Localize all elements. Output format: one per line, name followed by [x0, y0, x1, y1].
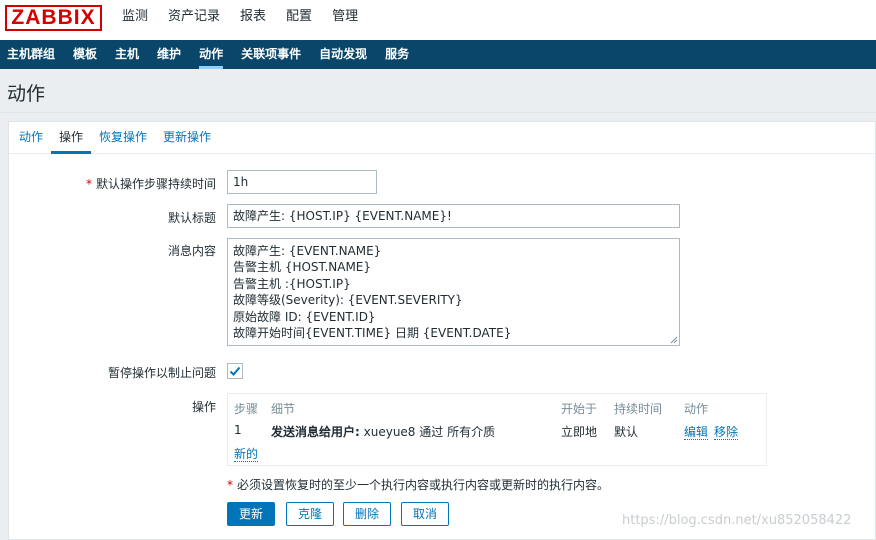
delete-button[interactable]: 删除 [343, 502, 391, 526]
edit-link-text[interactable]: 编辑 [684, 425, 709, 440]
pause-suppress-label: 暂停操作以制止问题 [107, 366, 216, 380]
required-note: * 必须设置恢复时的至少一个执行内容或执行内容或更新时的执行内容。 [227, 476, 609, 493]
step-duration-label: * 默认操作步骤持续时间 [86, 175, 216, 192]
column-duration: 持续时间 [614, 402, 663, 416]
tab-action[interactable]: 动作 [11, 122, 51, 153]
zabbix-logo[interactable]: ZABBIX [5, 5, 102, 31]
operation-step: 1 [234, 423, 242, 437]
cancel-button[interactable]: 取消 [401, 502, 449, 526]
message-line: 告警主机 :{HOST.IP} [233, 276, 351, 291]
note-mark: * [227, 478, 233, 492]
remove-link-text[interactable]: 移除 [714, 425, 739, 440]
clone-button[interactable]: 克隆 [286, 502, 334, 526]
subnav-host-groups[interactable]: 主机群组 [0, 40, 64, 69]
operation-duration: 默认 [614, 425, 639, 439]
step-duration-input[interactable]: 1h [227, 170, 377, 194]
main-menu-configuration[interactable]: 配置 [276, 0, 322, 40]
message-line: 故障开始时间{EVENT.TIME} 日期 {EVENT.DATE} [233, 326, 512, 341]
new-link-text[interactable]: 新的 [234, 447, 259, 462]
message-line: 故障产生: {EVENT.NAME} [233, 244, 382, 258]
main-menu-reports[interactable]: 报表 [230, 0, 276, 40]
message-line: 告警主机 {HOST.NAME} [233, 260, 372, 275]
update-button[interactable]: 更新 [227, 502, 275, 526]
subnav-hosts[interactable]: 主机 [106, 40, 148, 69]
message-line: 故障等级(Severity): {EVENT.SEVERITY} [233, 293, 463, 308]
watermark: https://blog.csdn.net/xu852058422 [622, 513, 852, 528]
subnav-services[interactable]: 服务 [376, 40, 418, 69]
note-text: 必须设置恢复时的至少一个执行内容或执行内容或更新时的执行内容。 [237, 478, 610, 492]
column-action: 动作 [684, 402, 709, 416]
operations-label: 操作 [191, 400, 216, 414]
tab-operations[interactable]: 操作 [51, 122, 92, 154]
message-line: 原始故障 ID: {EVENT.ID} [233, 309, 376, 324]
message-textarea[interactable]: 故障产生: {EVENT.NAME} 告警主机 {HOST.NAME} 告警主机… [227, 238, 680, 346]
tab-update-operations[interactable]: 更新操作 [155, 122, 219, 153]
pause-suppress-checkbox[interactable] [227, 363, 243, 379]
top-bar: ZABBIX 监测 资产记录 报表 配置 管理 [0, 0, 876, 40]
operation-remove-link[interactable]: 移除 [714, 423, 739, 440]
subnav-maintenance[interactable]: 维护 [148, 40, 190, 69]
operation-details: 发送消息给用户: xueyue8 通过 所有介质 [271, 423, 495, 440]
column-details: 细节 [271, 402, 296, 416]
page-header: 动作 [0, 69, 876, 113]
default-subject-label: 默认标题 [167, 211, 216, 225]
tab-bar: 动作 操作 恢复操作 更新操作 [9, 122, 875, 154]
form-panel: 动作 操作 恢复操作 更新操作 * 默认操作步骤持续时间 1h 默认标题 故障产生… [8, 121, 876, 540]
page-title: 动作 [7, 83, 46, 105]
message-label: 消息内容 [167, 244, 216, 258]
subnav-templates[interactable]: 模板 [64, 40, 106, 69]
subnav-discovery[interactable]: 自动发现 [310, 40, 376, 69]
new-operation-link[interactable]: 新的 [234, 445, 259, 462]
main-menu: 监测 资产记录 报表 配置 管理 [112, 0, 368, 40]
resize-grip-icon[interactable] [670, 336, 678, 344]
operation-details-target: xueyue8 通过 所有介质 [359, 425, 496, 439]
required-mark: * [85, 177, 92, 191]
operation-edit-link[interactable]: 编辑 [684, 423, 709, 440]
sub-nav: 主机群组 模板 主机 维护 动作 关联项事件 自动发现 服务 [0, 40, 876, 69]
checkmark-icon [229, 366, 241, 376]
operation-details-type: 发送消息给用户: [271, 425, 360, 439]
column-start-in: 开始于 [561, 402, 598, 416]
main-menu-administration[interactable]: 管理 [322, 0, 368, 40]
tab-recovery-operations[interactable]: 恢复操作 [91, 122, 155, 153]
subnav-actions[interactable]: 动作 [190, 40, 232, 69]
column-step: 步骤 [234, 402, 259, 416]
main-menu-monitoring[interactable]: 监测 [112, 0, 158, 40]
default-subject-input[interactable]: 故障产生: {HOST.IP} {EVENT.NAME}! [227, 204, 680, 228]
operation-start-in: 立即地 [561, 425, 598, 439]
step-duration-label-text: 默认操作步骤持续时间 [95, 177, 216, 191]
main-menu-inventory[interactable]: 资产记录 [158, 0, 230, 40]
operations-table: 步骤 细节 开始于 持续时间 动作 1 发送消息给用户: xueyue8 通过 … [227, 393, 767, 466]
subnav-event-correlation[interactable]: 关联项事件 [232, 40, 310, 69]
